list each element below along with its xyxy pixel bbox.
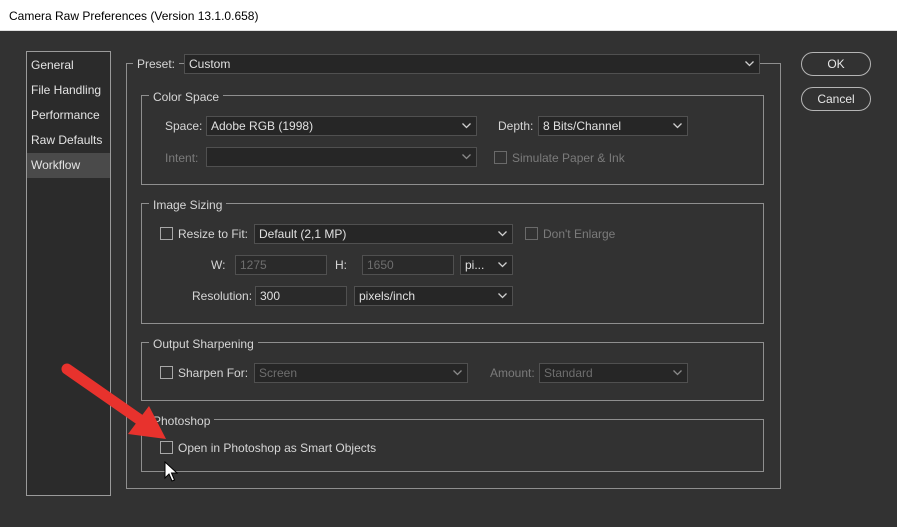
preset-value: Custom bbox=[189, 57, 231, 71]
resolution-unit-value: pixels/inch bbox=[359, 289, 416, 303]
resolution-input[interactable]: 300 bbox=[255, 286, 347, 306]
space-dropdown[interactable]: Adobe RGB (1998) bbox=[206, 116, 477, 136]
amount-dropdown[interactable]: Standard bbox=[539, 363, 688, 383]
space-label: Space: bbox=[165, 119, 203, 133]
sharpen-for-value: Screen bbox=[259, 366, 298, 380]
sidebar-item-general[interactable]: General bbox=[27, 53, 110, 78]
window-title: Camera Raw Preferences (Version 13.1.0.6… bbox=[0, 0, 897, 31]
chevron-down-icon bbox=[745, 55, 755, 73]
amount-value: Standard bbox=[544, 366, 593, 380]
sharpen-for-dropdown[interactable]: Screen bbox=[254, 363, 468, 383]
resize-to-fit-checkbox[interactable] bbox=[160, 227, 173, 240]
resolution-label: Resolution: bbox=[192, 289, 253, 303]
resize-to-fit-label: Resize to Fit: bbox=[178, 227, 249, 241]
simulate-paper-label: Simulate Paper & Ink bbox=[512, 151, 625, 165]
chevron-down-icon bbox=[673, 364, 683, 382]
image-sizing-title: Image Sizing bbox=[149, 198, 227, 212]
depth-dropdown[interactable]: 8 Bits/Channel bbox=[538, 116, 688, 136]
output-sharpening-title: Output Sharpening bbox=[149, 337, 258, 351]
preset-label: Preset: bbox=[133, 57, 180, 71]
amount-label: Amount: bbox=[490, 366, 535, 380]
resize-to-fit-dropdown[interactable]: Default (2,1 MP) bbox=[254, 224, 513, 244]
sharpen-for-label: Sharpen For: bbox=[178, 366, 249, 380]
width-label: W: bbox=[211, 258, 226, 272]
dont-enlarge-label: Don't Enlarge bbox=[543, 227, 616, 241]
intent-label: Intent: bbox=[165, 151, 199, 165]
depth-value: 8 Bits/Channel bbox=[543, 119, 622, 133]
width-input[interactable]: 1275 bbox=[235, 255, 327, 275]
chevron-down-icon bbox=[498, 225, 508, 243]
chevron-down-icon bbox=[453, 364, 463, 382]
smart-objects-label: Open in Photoshop as Smart Objects bbox=[178, 441, 377, 455]
resize-to-fit-value: Default (2,1 MP) bbox=[259, 227, 347, 241]
depth-label: Depth: bbox=[498, 119, 534, 133]
height-input[interactable]: 1650 bbox=[362, 255, 454, 275]
size-unit-value: pi... bbox=[465, 258, 485, 272]
mouse-pointer-icon bbox=[164, 461, 178, 482]
chevron-down-icon bbox=[498, 287, 508, 305]
height-label: H: bbox=[335, 258, 347, 272]
ok-button[interactable]: OK bbox=[801, 52, 871, 76]
preset-dropdown[interactable]: Custom bbox=[184, 54, 760, 74]
chevron-down-icon bbox=[673, 117, 683, 135]
resolution-unit-dropdown[interactable]: pixels/inch bbox=[354, 286, 513, 306]
color-space-group bbox=[141, 95, 764, 185]
cancel-button[interactable]: Cancel bbox=[801, 87, 871, 111]
intent-dropdown[interactable] bbox=[206, 147, 477, 167]
size-unit-dropdown[interactable]: pi... bbox=[460, 255, 513, 275]
chevron-down-icon bbox=[462, 117, 472, 135]
chevron-down-icon bbox=[462, 148, 472, 166]
color-space-title: Color Space bbox=[149, 90, 224, 104]
dont-enlarge-checkbox[interactable] bbox=[525, 227, 538, 240]
sidebar-item-performance[interactable]: Performance bbox=[27, 103, 110, 128]
chevron-down-icon bbox=[498, 256, 508, 274]
space-value: Adobe RGB (1998) bbox=[211, 119, 314, 133]
sidebar-item-workflow[interactable]: Workflow bbox=[27, 153, 110, 178]
sidebar-item-raw-defaults[interactable]: Raw Defaults bbox=[27, 128, 110, 153]
sidebar-item-file-handling[interactable]: File Handling bbox=[27, 78, 110, 103]
simulate-paper-checkbox[interactable] bbox=[494, 151, 507, 164]
red-arrow-icon bbox=[61, 363, 166, 439]
